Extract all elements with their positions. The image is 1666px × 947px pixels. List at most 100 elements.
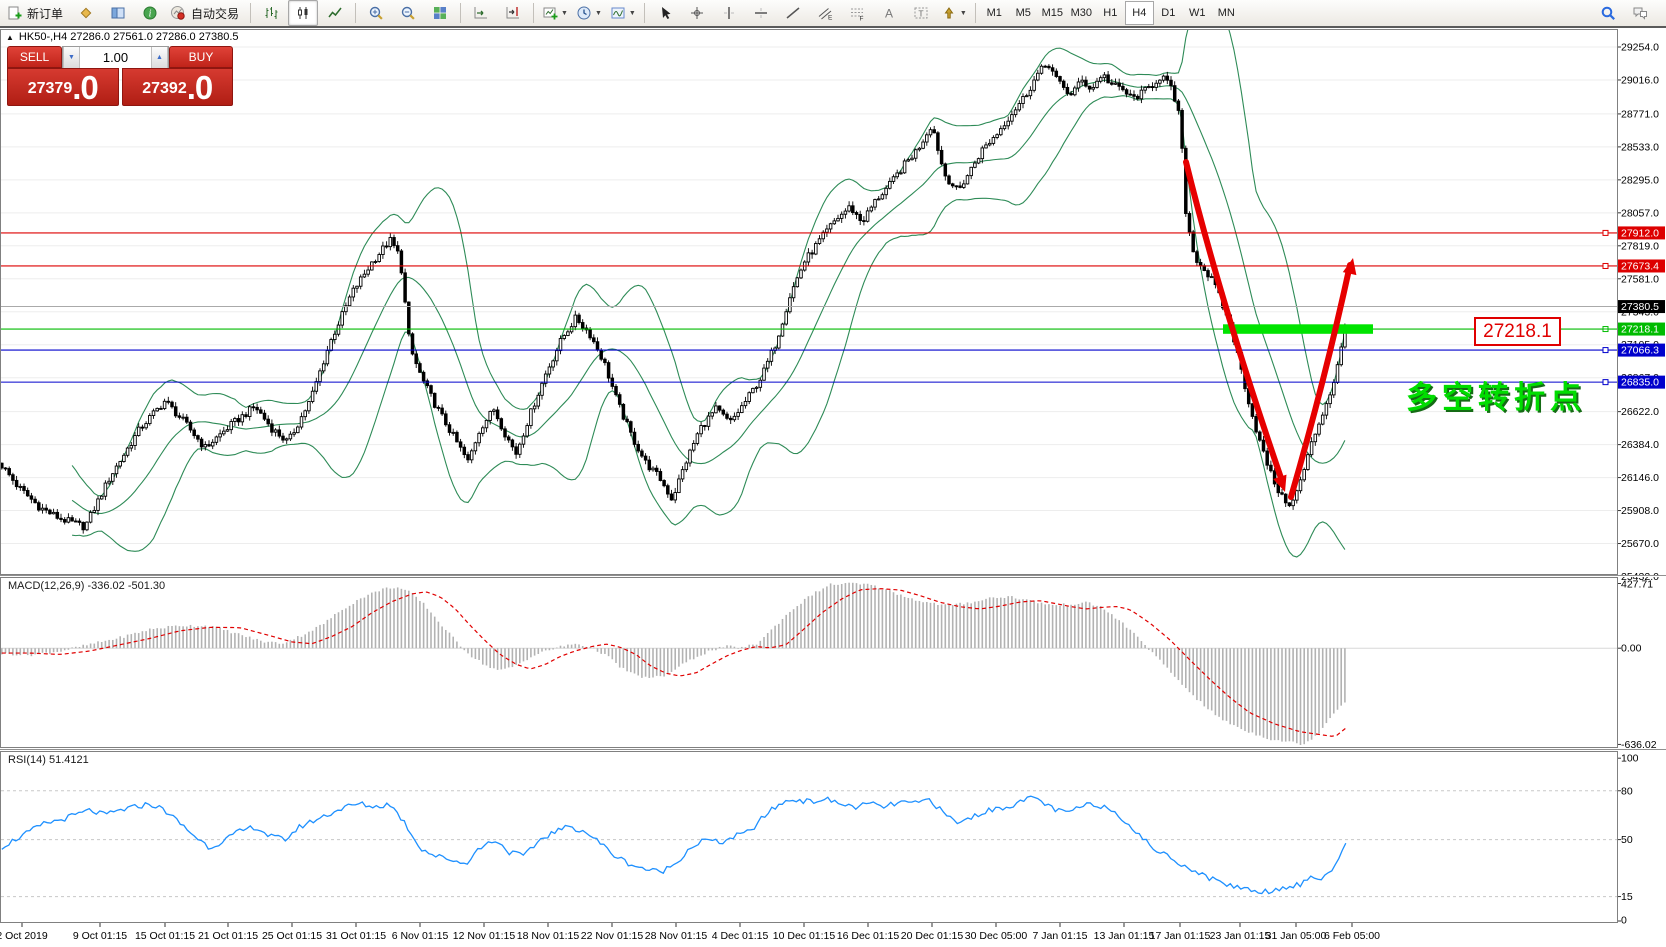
turning-point-annotation-text[interactable]: 多空转折点 <box>1406 372 1586 417</box>
timeframe-h4-button[interactable]: H4 <box>1124 1 1154 25</box>
arrows-button[interactable]: ▼ <box>938 0 970 26</box>
vertical-line-icon <box>723 7 734 19</box>
candlestick-series <box>1 64 1347 534</box>
market-watch-button[interactable] <box>71 0 101 26</box>
svg-text:2 Oct 2019: 2 Oct 2019 <box>0 930 48 942</box>
chart-window: 29254.0 29016.0 28771.0 28533.0 28295.0 28057… <box>0 28 1666 947</box>
auto-scroll-button[interactable] <box>466 0 496 26</box>
svg-text:27819.0: 27819.0 <box>1621 240 1659 252</box>
svg-text:100: 100 <box>1621 753 1639 765</box>
line-chart-button[interactable] <box>320 0 350 26</box>
new-order-button[interactable]: 新订单 <box>3 0 69 26</box>
auto-trading-icon <box>171 6 185 20</box>
crosshair-icon <box>690 7 703 19</box>
trendline-icon <box>786 7 800 19</box>
svg-text:21 Oct 01:15: 21 Oct 01:15 <box>198 930 258 942</box>
svg-text:E: E <box>828 15 833 22</box>
svg-text:T: T <box>918 9 923 19</box>
one-click-trading-panel: SELL ▼ ▲ BUY 27379 .0 27392 .0 <box>7 46 233 106</box>
zoom-in-button[interactable] <box>361 0 391 26</box>
horizontal-line-icon <box>754 8 767 18</box>
volume-decrease-button[interactable]: ▼ <box>63 47 80 68</box>
svg-text:28533.0: 28533.0 <box>1621 141 1659 153</box>
line-chart-icon <box>328 7 342 18</box>
buy-button[interactable]: BUY <box>169 46 233 68</box>
arrows-icon <box>944 7 954 19</box>
timeframe-m15-button[interactable]: M15 <box>1038 1 1067 25</box>
chart-header: ▲ HK50-,H4 27286.0 27561.0 27286.0 27380… <box>6 31 239 43</box>
time-axis[interactable]: 2 Oct 2019 9 Oct 01:15 15 Oct 01:15 21 Oct … <box>0 923 1380 942</box>
timeframe-d1-button[interactable]: D1 <box>1154 1 1183 25</box>
text-label-button[interactable]: T <box>906 0 936 26</box>
buy-price[interactable]: 27392 .0 <box>121 68 233 106</box>
chart-canvas[interactable]: 29254.0 29016.0 28771.0 28533.0 28295.0 28057… <box>0 28 1666 947</box>
timeframe-m30-button[interactable]: M30 <box>1067 1 1096 25</box>
buy-price-big: .0 <box>186 69 214 106</box>
svg-text:80: 80 <box>1621 785 1633 797</box>
channel-button[interactable]: E <box>810 0 840 26</box>
timeframe-m5-button[interactable]: M5 <box>1009 1 1038 25</box>
chart-shift-button[interactable] <box>498 0 528 26</box>
price-callout-box[interactable]: 27218.1 <box>1474 317 1561 346</box>
text-button[interactable]: A <box>874 0 904 26</box>
crosshair-button[interactable] <box>682 0 712 26</box>
fibonacci-icon: F <box>850 8 863 22</box>
timeframe-mn-button[interactable]: MN <box>1212 1 1241 25</box>
timeframe-m1-button[interactable]: M1 <box>980 1 1009 25</box>
text-label-icon: T <box>914 7 928 19</box>
trendline-button[interactable] <box>778 0 808 26</box>
cursor-icon <box>661 7 671 19</box>
auto-trading-button[interactable]: 自动交易 <box>167 0 245 26</box>
svg-text:9 Oct 01:15: 9 Oct 01:15 <box>73 930 127 942</box>
profiles-button[interactable]: ▼ <box>573 0 605 26</box>
zoom-out-icon <box>401 6 415 20</box>
new-chart-button[interactable]: ▼ <box>539 0 571 26</box>
new-order-icon <box>8 6 22 20</box>
volume-increase-button[interactable]: ▲ <box>151 47 168 68</box>
svg-text:25 Oct 01:15: 25 Oct 01:15 <box>262 930 322 942</box>
sell-price-small: 27379 <box>27 80 73 97</box>
fibonacci-button[interactable]: F <box>842 0 872 26</box>
svg-text:29254.0: 29254.0 <box>1621 42 1659 54</box>
vertical-line-button[interactable] <box>714 0 744 26</box>
svg-text:13 Jan 01:15: 13 Jan 01:15 <box>1094 930 1155 942</box>
bar-chart-button[interactable] <box>256 0 286 26</box>
rsi-pane <box>1 790 1617 898</box>
svg-text:27066.3: 27066.3 <box>1621 345 1659 357</box>
toolbar-separator <box>460 3 462 23</box>
zoom-out-button[interactable] <box>393 0 423 26</box>
collapse-quotes-icon[interactable]: ▲ <box>6 33 14 42</box>
svg-text:22 Nov 01:15: 22 Nov 01:15 <box>581 930 644 942</box>
profiles-icon <box>577 6 591 20</box>
svg-text:27218.1: 27218.1 <box>1621 324 1659 336</box>
horizontal-line-button[interactable] <box>746 0 776 26</box>
data-window-button[interactable]: i <box>135 0 165 26</box>
pane-borders <box>0 29 1666 923</box>
svg-text:4 Dec 01:15: 4 Dec 01:15 <box>712 930 769 942</box>
timeframe-w1-button[interactable]: W1 <box>1183 1 1212 25</box>
svg-text:F: F <box>859 16 863 22</box>
main-toolbar: 新订单 i 自动交易 ▼ ▼ ▼ E F A T ▼ M1 M5 M15 M30 H1 H4 D1 W1 MN <box>0 0 1666 28</box>
chart-shift-icon <box>506 7 520 19</box>
sell-price[interactable]: 27379 .0 <box>7 68 119 106</box>
tile-windows-icon <box>434 7 447 19</box>
price-axis[interactable]: 29254.0 29016.0 28771.0 28533.0 28295.0 28057… <box>1373 42 1665 927</box>
sell-button[interactable]: SELL <box>7 46 62 68</box>
svg-text:31 Oct 01:15: 31 Oct 01:15 <box>326 930 386 942</box>
tile-windows-button[interactable] <box>425 0 455 26</box>
svg-text:30 Dec 05:00: 30 Dec 05:00 <box>965 930 1028 942</box>
auto-scroll-icon <box>474 7 488 19</box>
indicators-button[interactable]: ▼ <box>607 0 639 26</box>
svg-text:26835.0: 26835.0 <box>1621 377 1659 389</box>
navigator-button[interactable] <box>103 0 133 26</box>
volume-input[interactable] <box>80 47 151 68</box>
chat-button[interactable] <box>1625 0 1655 26</box>
timeframe-h1-button[interactable]: H1 <box>1096 1 1125 25</box>
cursor-button[interactable] <box>650 0 680 26</box>
candle-chart-button[interactable] <box>288 0 319 26</box>
data-window-icon: i <box>143 6 157 20</box>
svg-text:26146.0: 26146.0 <box>1621 472 1659 484</box>
svg-text:20 Dec 01:15: 20 Dec 01:15 <box>901 930 964 942</box>
search-button[interactable] <box>1593 0 1623 26</box>
svg-text:6 Feb 05:00: 6 Feb 05:00 <box>1324 930 1380 942</box>
